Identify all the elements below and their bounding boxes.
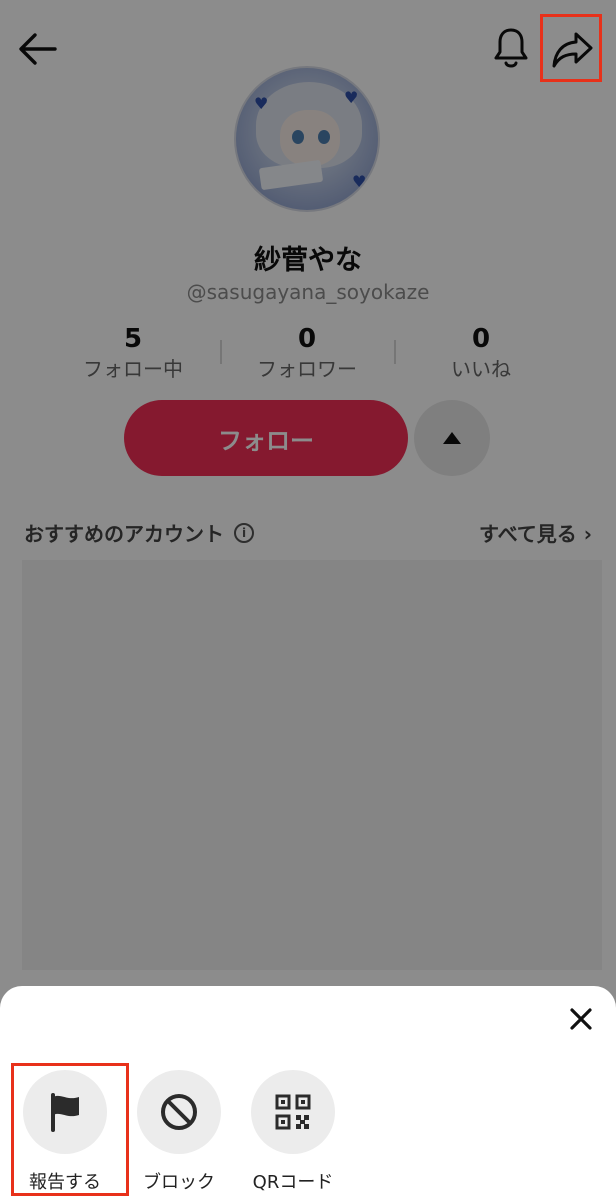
block-icon-circle bbox=[137, 1070, 221, 1154]
share-button-highlight bbox=[540, 14, 602, 82]
close-button[interactable] bbox=[562, 1000, 600, 1038]
qr-code-action[interactable]: QRコード bbox=[238, 1070, 348, 1194]
block-label: ブロック bbox=[143, 1172, 215, 1193]
block-action[interactable]: ブロック bbox=[124, 1070, 234, 1194]
qr-icon-circle bbox=[251, 1070, 335, 1154]
report-action-highlight bbox=[11, 1063, 129, 1196]
qr-code-label: QRコード bbox=[252, 1172, 334, 1193]
block-icon bbox=[161, 1094, 197, 1130]
qr-code-icon bbox=[275, 1094, 311, 1130]
close-icon bbox=[570, 1008, 592, 1030]
